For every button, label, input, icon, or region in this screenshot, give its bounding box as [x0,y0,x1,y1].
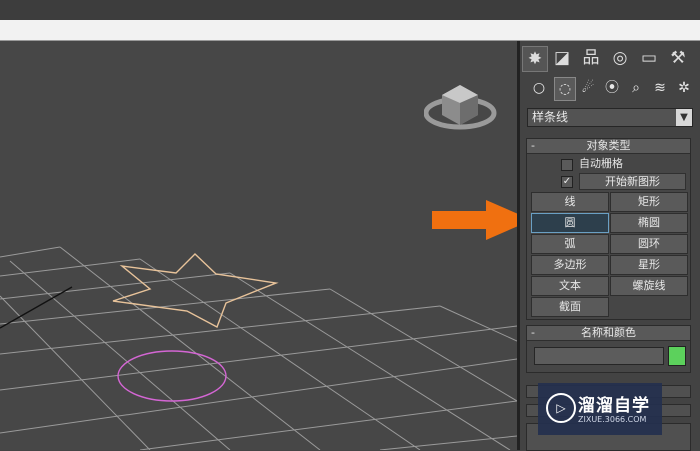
hierarchy-tab-icon[interactable]: 品 [579,46,603,70]
star-spline[interactable] [112,253,279,328]
collapse-icon[interactable]: - [531,139,535,153]
helpers-icon[interactable]: ⌕ [626,77,646,99]
lights-icon[interactable]: ☄ [578,77,598,99]
modify-tab-icon[interactable]: ◪ [550,46,574,70]
object-type-title: 对象类型 [586,139,631,152]
name-color-rollout: - 名称和颜色 [526,325,691,373]
display-tab-icon[interactable]: ▭ [637,46,661,70]
category-dropdown-value: 样条线 [532,110,569,124]
watermark-text: 溜溜自学 [578,396,650,416]
ribbon-strip [0,20,700,41]
object-name-field[interactable] [534,347,664,365]
collapse-icon[interactable]: - [531,326,535,340]
section-button[interactable]: 截面 [531,297,609,317]
autogrid-label: 自动栅格 [579,157,623,170]
autogrid-checkbox[interactable] [561,159,573,171]
watermark: ▷ 溜溜自学 ZIXUE.3066.COM [538,383,662,435]
command-panel-tabs: ✸ ◪ 品 ◎ ▭ ⚒ [520,45,700,73]
helix-button[interactable]: 螺旋线 [610,276,688,296]
home-grid [0,246,517,450]
chevron-down-icon[interactable]: ▼ [676,109,692,126]
ngon-button[interactable]: 多边形 [531,255,609,275]
orange-arrow [432,200,517,240]
top-toolbar [0,0,700,20]
watermark-logo-icon: ▷ [546,393,576,423]
ellipse-button[interactable]: 椭圆 [610,213,688,233]
start-new-shape-button[interactable]: 开始新图形 [579,173,686,190]
line-button[interactable]: 线 [531,192,609,212]
viewcube[interactable] [424,73,500,133]
perspective-viewport[interactable] [0,41,520,450]
geometry-icon[interactable]: ○ [529,77,549,99]
rectangle-button[interactable]: 矩形 [610,192,688,212]
watermark-url: ZIXUE.3066.COM [578,415,647,424]
object-color-swatch[interactable] [668,346,686,366]
circle-button[interactable]: 圆 [531,213,609,233]
object-type-rollout: - 对象类型 自动栅格 ✓ 开始新图形 线 矩形 圆 椭圆 弧 圆环 多边形 星… [526,138,691,320]
shapes-icon[interactable]: ◌ [554,77,576,101]
motion-tab-icon[interactable]: ◎ [608,46,632,70]
name-color-title: 名称和颜色 [581,326,636,339]
cameras-icon[interactable]: ⦿ [602,77,622,99]
start-new-shape-checkbox[interactable]: ✓ [561,176,573,188]
systems-icon[interactable]: ✲ [674,77,694,99]
category-dropdown[interactable]: 样条线 ▼ [527,108,693,127]
donut-button[interactable]: 圆环 [610,234,688,254]
text-button[interactable]: 文本 [531,276,609,296]
object-type-header[interactable]: - 对象类型 [527,139,690,154]
arc-button[interactable]: 弧 [531,234,609,254]
utilities-tab-icon[interactable]: ⚒ [666,46,690,70]
circle-spline[interactable] [117,350,227,402]
star-button[interactable]: 星形 [610,255,688,275]
name-color-header[interactable]: - 名称和颜色 [527,326,690,341]
create-tab-icon[interactable]: ✸ [522,46,548,72]
spacewarps-icon[interactable]: ≋ [650,77,670,99]
create-subcategories: ○ ◌ ☄ ⦿ ⌕ ≋ ✲ [520,77,700,101]
